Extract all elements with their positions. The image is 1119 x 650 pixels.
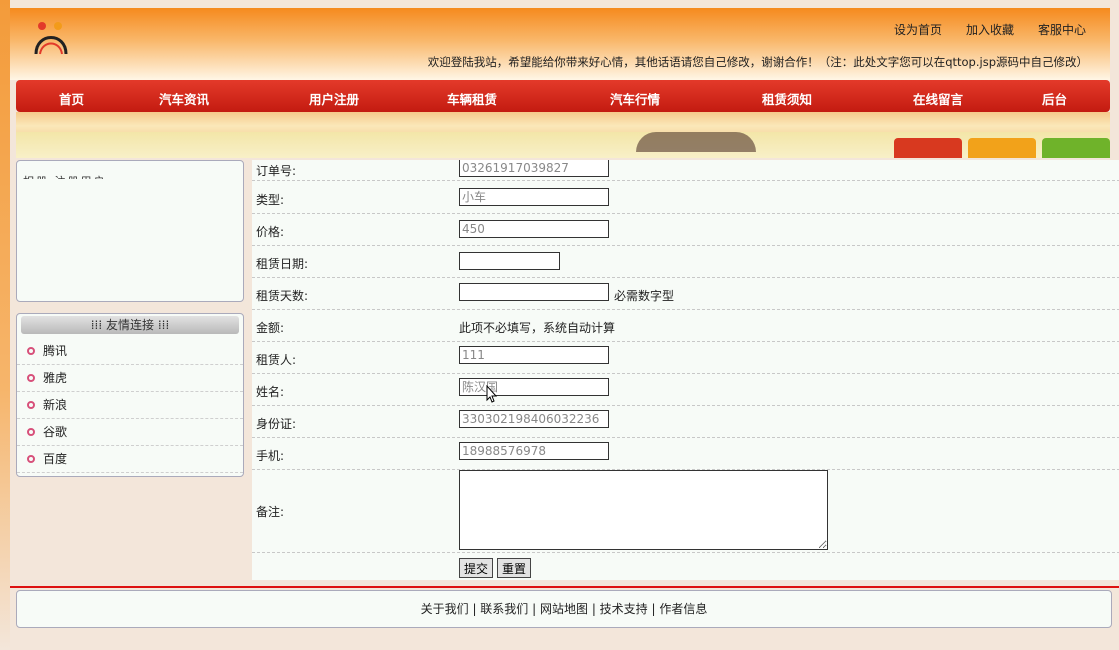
friend-links-title: ⁞⁞⁞ 友情连接 ⁞⁞⁞	[21, 316, 239, 334]
nav-item-rules[interactable]: 租赁须知	[762, 89, 812, 108]
mouse-cursor-icon	[486, 385, 498, 403]
rent-date-input[interactable]	[459, 252, 560, 270]
price-label: 价格:	[256, 225, 285, 239]
amount-note: 此项不必填写，系统自动计算	[459, 321, 616, 335]
footer-link-support[interactable]: 技术支持	[600, 602, 648, 616]
title-grip-icon: ⁞⁞⁞	[154, 318, 170, 332]
remark-textarea[interactable]	[459, 470, 828, 550]
nav-item-news[interactable]: 汽车资讯	[159, 89, 209, 108]
phone-input[interactable]	[459, 442, 609, 460]
friend-links-title-text: 友情连接	[105, 318, 154, 332]
amount-label: 金额:	[256, 321, 285, 335]
friend-link[interactable]: 雅虎	[17, 365, 243, 392]
rent-days-input[interactable]	[459, 283, 609, 301]
rental-order-form: 订单号: 类型: 价格: 租赁日期: 租赁天数: 必需数字型 金额: 此项不必填…	[252, 160, 1119, 580]
set-homepage-link[interactable]: 设为首页	[894, 21, 942, 38]
friend-link[interactable]: 谷歌	[17, 419, 243, 446]
friend-link[interactable]: 新浪	[17, 392, 243, 419]
renter-input[interactable]	[459, 346, 609, 364]
banner-image	[16, 112, 1110, 158]
remark-label: 备注:	[256, 505, 285, 519]
add-favorite-link[interactable]: 加入收藏	[966, 21, 1014, 38]
footer-link-about[interactable]: 关于我们	[421, 602, 469, 616]
bullet-icon	[27, 374, 35, 382]
nav-item-guestbook[interactable]: 在线留言	[913, 89, 963, 108]
site-header: 设为首页 加入收藏 客服中心 欢迎登陆我站，希望能给你带来好心情，其他话语请您自…	[10, 8, 1110, 80]
friend-links-box: ⁞⁞⁞ 友情连接 ⁞⁞⁞ 腾讯 雅虎 新浪 谷歌 百度	[16, 313, 244, 477]
submit-button[interactable]: 提交	[459, 558, 494, 578]
left-decoration-bar	[0, 0, 10, 650]
footer-divider	[10, 586, 1119, 588]
footer-link-contact[interactable]: 联系我们	[480, 602, 528, 616]
friend-link[interactable]: 腾讯	[17, 338, 243, 365]
nav-item-home[interactable]: 首页	[59, 89, 84, 108]
order-no-input[interactable]	[459, 160, 609, 177]
nav-item-admin[interactable]: 后台	[1042, 89, 1067, 108]
site-footer: 关于我们 | 联系我们 | 网站地图 | 技术支持 | 作者信息	[16, 590, 1112, 628]
type-label: 类型:	[256, 193, 285, 207]
footer-link-sitemap[interactable]: 网站地图	[540, 602, 588, 616]
rent-days-label: 租赁天数:	[256, 289, 309, 303]
friend-link-label[interactable]: 新浪	[43, 394, 67, 416]
name-label: 姓名:	[256, 385, 285, 399]
site-logo-icon	[30, 18, 72, 60]
main-nav: 首页 汽车资讯 用户注册 车辆租赁 汽车行情 租赁须知 在线留言 后台	[16, 80, 1110, 112]
rent-date-label: 租赁日期:	[256, 257, 309, 271]
customer-service-link[interactable]: 客服中心	[1038, 21, 1086, 38]
phone-label: 手机:	[256, 449, 285, 463]
nav-item-register[interactable]: 用户注册	[309, 89, 359, 108]
type-input[interactable]	[459, 188, 609, 206]
renter-label: 租赁人:	[256, 353, 297, 367]
bullet-icon	[27, 428, 35, 436]
login-box: 相册 注册用户	[16, 160, 244, 302]
bullet-icon	[27, 347, 35, 355]
friend-link-label[interactable]: 谷歌	[43, 421, 67, 443]
reset-button[interactable]: 重置	[497, 558, 532, 578]
login-box-partial-text: 相册 注册用户	[23, 173, 107, 179]
friend-link-label[interactable]: 雅虎	[43, 367, 67, 389]
price-input[interactable]	[459, 220, 609, 238]
friend-link[interactable]: 百度	[17, 446, 243, 473]
id-card-label: 身份证:	[256, 417, 297, 431]
friend-link-label[interactable]: 腾讯	[43, 340, 67, 362]
title-grip-icon: ⁞⁞⁞	[90, 318, 106, 332]
nav-item-rental[interactable]: 车辆租赁	[447, 89, 497, 108]
friend-link-label[interactable]: 百度	[43, 448, 67, 470]
welcome-message: 欢迎登陆我站，希望能给你带来好心情，其他话语请您自己修改，谢谢合作！（注：此处文…	[427, 55, 1088, 69]
name-input[interactable]	[459, 378, 609, 396]
id-card-input[interactable]	[459, 410, 609, 428]
nav-item-market[interactable]: 汽车行情	[610, 89, 660, 108]
bullet-icon	[27, 401, 35, 409]
rent-days-hint: 必需数字型	[614, 289, 675, 303]
footer-link-author[interactable]: 作者信息	[659, 602, 707, 616]
bullet-icon	[27, 455, 35, 463]
order-no-label: 订单号:	[256, 164, 297, 178]
